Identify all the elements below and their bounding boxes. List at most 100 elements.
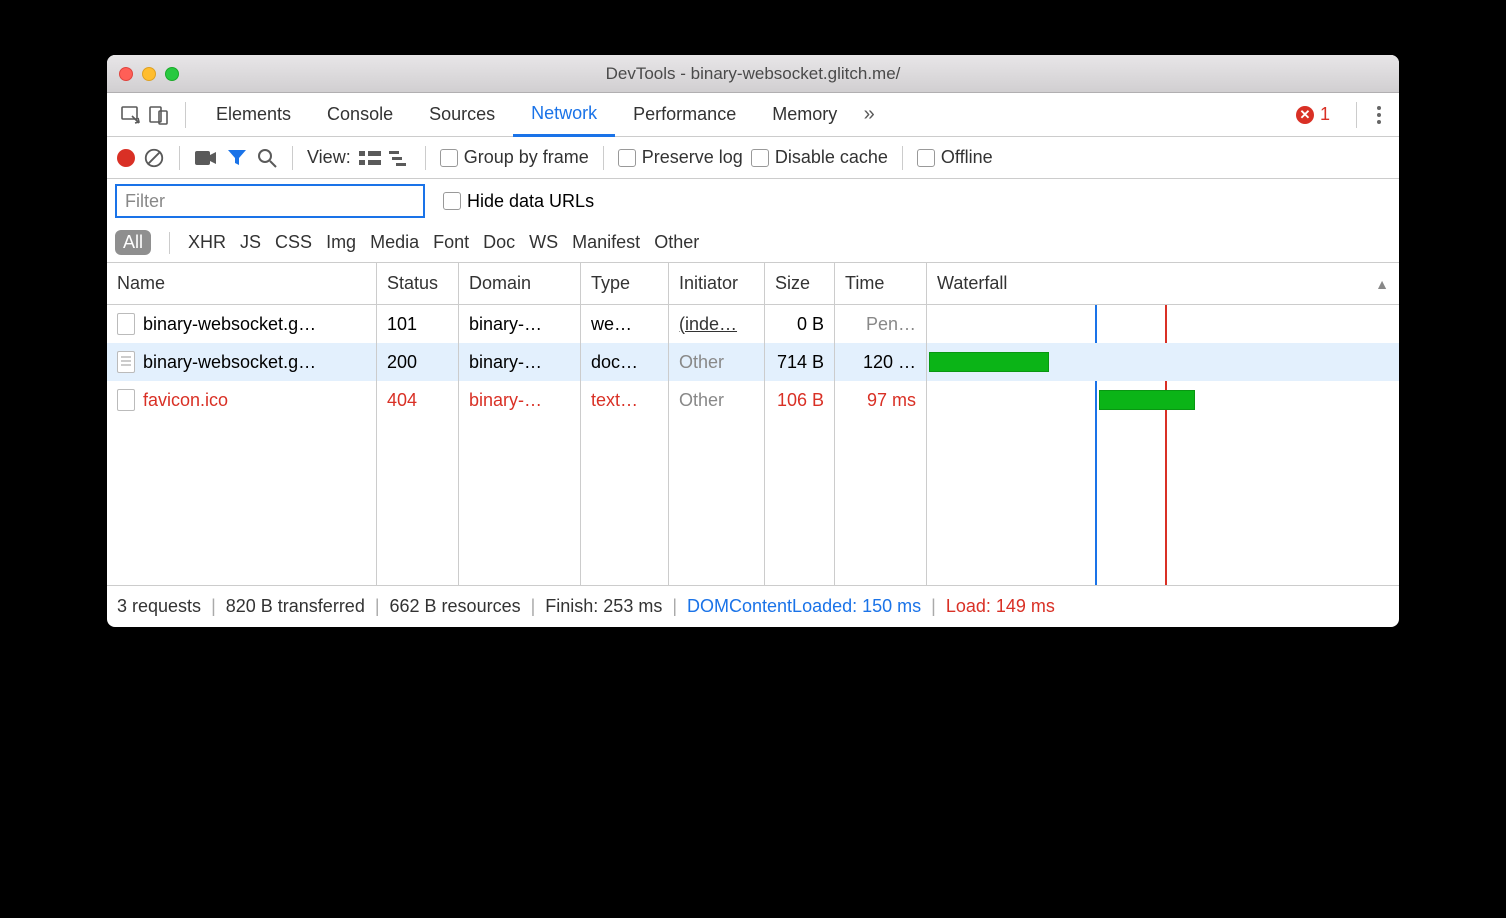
filter-input[interactable]: Filter [115,184,425,218]
group-by-frame-checkbox[interactable]: Group by frame [440,147,589,168]
cell-initiator: Other [669,381,765,419]
sort-arrow-icon: ▲ [1375,276,1389,292]
type-css[interactable]: CSS [275,232,312,253]
tab-sources[interactable]: Sources [411,93,513,137]
view-small-icon[interactable] [389,149,411,167]
table-row[interactable]: binary-websocket.g…101binary-…we…(inde…0… [107,305,1399,343]
col-size[interactable]: Size [765,263,835,304]
cell-domain: binary-… [459,305,581,343]
titlebar[interactable]: DevTools - binary-websocket.glitch.me/ [107,55,1399,93]
sb-transferred: 820 B transferred [226,596,365,617]
cell-size: 0 B [765,305,835,343]
cell-domain: binary-… [459,343,581,381]
error-count: 1 [1320,104,1330,125]
offline-checkbox[interactable]: Offline [917,147,993,168]
file-icon [117,389,135,411]
type-xhr[interactable]: XHR [188,232,226,253]
view-large-icon[interactable] [359,149,381,167]
col-type[interactable]: Type [581,263,669,304]
device-toggle-icon[interactable] [145,101,173,129]
cell-status: 101 [377,305,459,343]
sb-dcl: DOMContentLoaded: 150 ms [687,596,921,617]
view-label: View: [307,147,351,168]
col-domain[interactable]: Domain [459,263,581,304]
col-status[interactable]: Status [377,263,459,304]
cell-domain: binary-… [459,381,581,419]
tab-network[interactable]: Network [513,93,615,137]
table-body: binary-websocket.g…101binary-…we…(inde…0… [107,305,1399,585]
cell-name: binary-websocket.g… [107,305,377,343]
cell-time: 97 ms [835,381,927,419]
sb-finish: Finish: 253 ms [545,596,662,617]
cell-waterfall [927,343,1399,381]
minimize-icon[interactable] [142,67,156,81]
cell-size: 106 B [765,381,835,419]
cell-status: 404 [377,381,459,419]
sb-resources: 662 B resources [390,596,521,617]
window-title: DevTools - binary-websocket.glitch.me/ [107,64,1399,84]
record-button[interactable] [117,149,135,167]
table-row[interactable]: binary-websocket.g…200binary-…doc…Other7… [107,343,1399,381]
tabs-overflow-icon[interactable]: » [855,101,883,129]
tab-elements[interactable]: Elements [198,93,309,137]
waterfall-bar [929,352,1049,372]
cell-time: 120 … [835,343,927,381]
cell-size: 714 B [765,343,835,381]
table-header: Name Status Domain Type Initiator Size T… [107,263,1399,305]
file-icon [117,351,135,373]
network-toolbar: View: Group by frame Preserve log Disabl… [107,137,1399,179]
type-font[interactable]: Font [433,232,469,253]
tab-performance[interactable]: Performance [615,93,754,137]
separator [1356,102,1357,128]
cell-waterfall [927,305,1399,343]
type-media[interactable]: Media [370,232,419,253]
cell-initiator: Other [669,343,765,381]
panel-tabs: Elements Console Sources Network Perform… [107,93,1399,137]
preserve-log-checkbox[interactable]: Preserve log [618,147,743,168]
waterfall-bar [1099,390,1195,410]
search-icon[interactable] [256,147,278,169]
cell-type: doc… [581,343,669,381]
type-filter-bar: All XHR JS CSS Img Media Font Doc WS Man… [107,223,1399,263]
col-time[interactable]: Time [835,263,927,304]
kebab-menu-icon[interactable] [1369,106,1389,124]
status-bar: 3 requests| 820 B transferred| 662 B res… [107,585,1399,627]
disable-cache-checkbox[interactable]: Disable cache [751,147,888,168]
type-all[interactable]: All [115,230,151,255]
cell-status: 200 [377,343,459,381]
type-doc[interactable]: Doc [483,232,515,253]
type-ws[interactable]: WS [529,232,558,253]
type-other[interactable]: Other [654,232,699,253]
filter-icon[interactable] [226,147,248,169]
inspect-icon[interactable] [117,101,145,129]
sb-load: Load: 149 ms [946,596,1055,617]
window-controls [119,67,179,81]
file-icon [117,313,135,335]
type-js[interactable]: JS [240,232,261,253]
col-waterfall[interactable]: Waterfall▲ [927,263,1399,304]
hide-data-urls-checkbox[interactable]: Hide data URLs [443,191,594,212]
type-img[interactable]: Img [326,232,356,253]
cell-waterfall [927,381,1399,419]
camera-icon[interactable] [194,148,218,168]
close-icon[interactable] [119,67,133,81]
tab-console[interactable]: Console [309,93,411,137]
clear-button[interactable] [143,147,165,169]
type-manifest[interactable]: Manifest [572,232,640,253]
tab-memory[interactable]: Memory [754,93,855,137]
error-icon: ✕ [1296,106,1314,124]
table-row[interactable]: favicon.ico404binary-…text…Other106 B97 … [107,381,1399,419]
error-badge[interactable]: ✕ 1 [1296,104,1330,125]
cell-type: we… [581,305,669,343]
cell-name: binary-websocket.g… [107,343,377,381]
maximize-icon[interactable] [165,67,179,81]
cell-time: Pen… [835,305,927,343]
col-name[interactable]: Name [107,263,377,304]
sb-requests: 3 requests [117,596,201,617]
cell-type: text… [581,381,669,419]
cell-initiator[interactable]: (inde… [669,305,765,343]
cell-name: favicon.ico [107,381,377,419]
col-initiator[interactable]: Initiator [669,263,765,304]
separator [185,102,186,128]
devtools-window: DevTools - binary-websocket.glitch.me/ E… [107,55,1399,627]
